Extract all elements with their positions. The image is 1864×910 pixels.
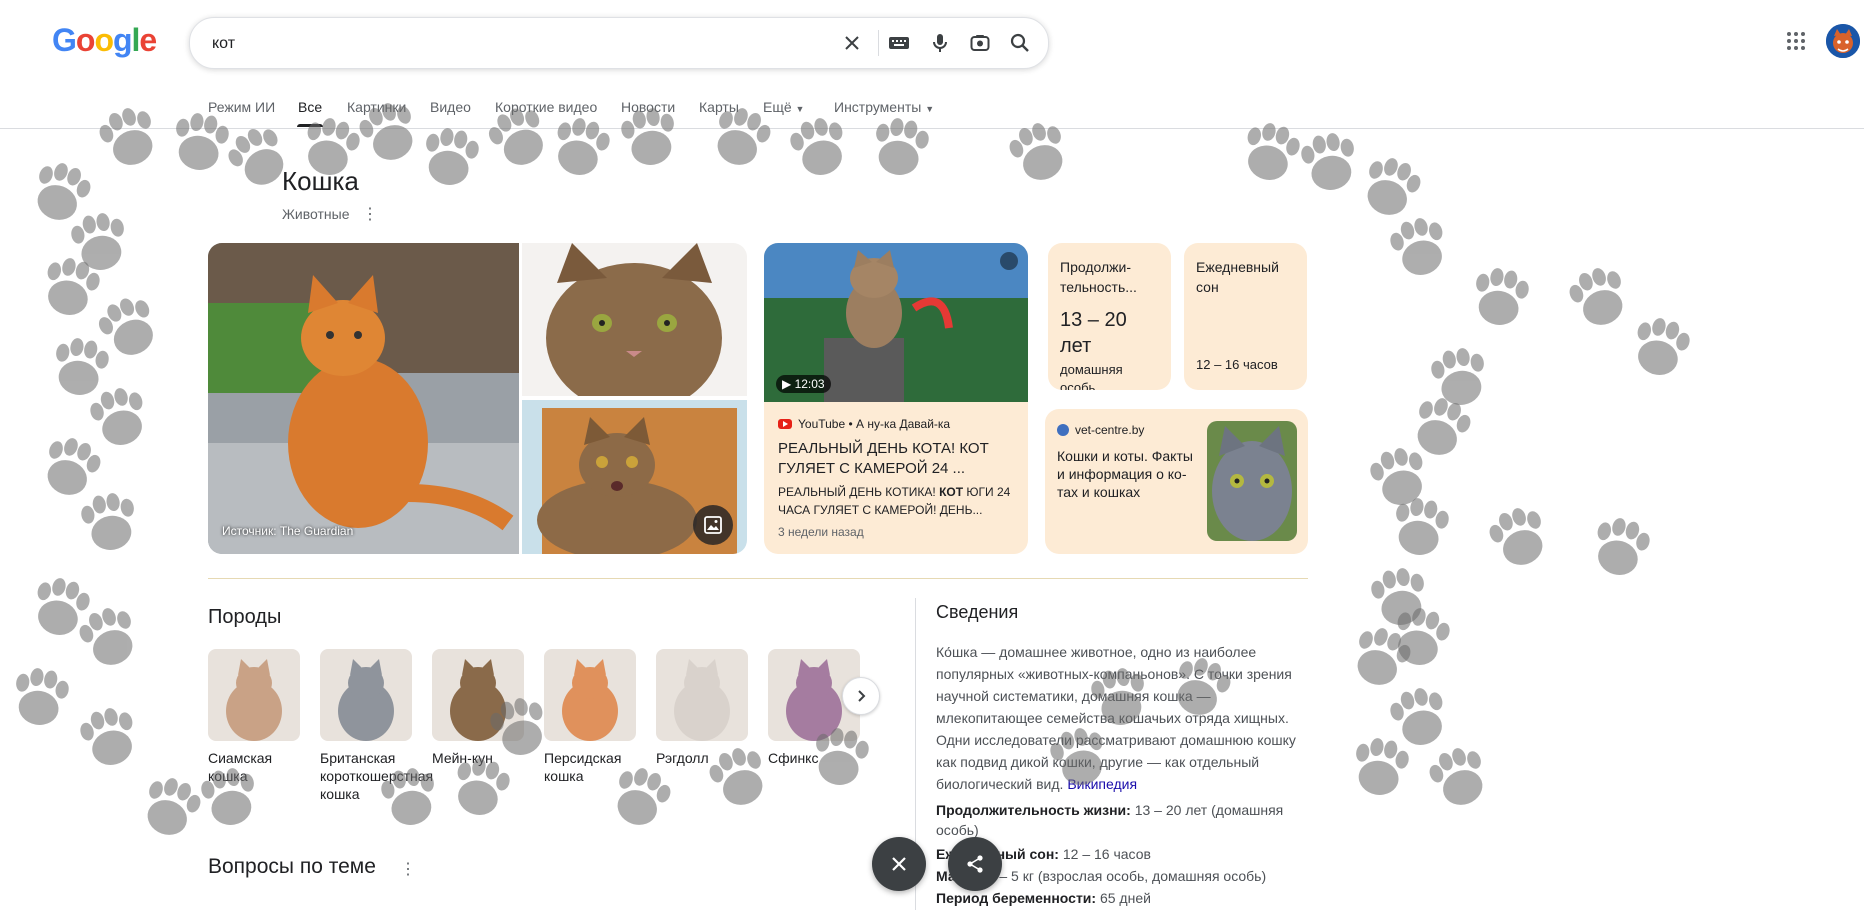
main-cat-image[interactable] xyxy=(208,243,519,554)
more-options-icon[interactable]: ⋮ xyxy=(362,204,378,224)
chevron-down-icon: ▼ xyxy=(795,104,805,114)
cat-image-2[interactable] xyxy=(522,243,747,396)
keyboard-icon[interactable] xyxy=(887,31,911,55)
breed-image xyxy=(208,649,300,741)
share-button[interactable] xyxy=(948,837,1002,891)
article-site: vet-centre.by xyxy=(1075,423,1145,437)
tab-news[interactable]: Новости xyxy=(621,99,675,115)
lens-camera-icon[interactable] xyxy=(968,31,992,55)
fact-card-label: Продолжи-тельность... xyxy=(1060,259,1137,295)
breed-image xyxy=(544,649,636,741)
wikipedia-link[interactable]: Википедия xyxy=(1067,776,1137,792)
video-card[interactable]: YouTube • А ну-ка Давай-ка РЕАЛЬНЫЙ ДЕНЬ… xyxy=(764,243,1028,554)
breed-item[interactable]: Британская короткошерстная кошка xyxy=(320,649,434,803)
breed-label: Персидская кошка xyxy=(544,750,622,784)
article-title[interactable]: Кошки и коты. Факты и информация о ко-та… xyxy=(1057,447,1197,501)
tab-all[interactable]: Все xyxy=(298,99,322,115)
google-logo[interactable]: Google xyxy=(52,22,157,59)
search-icon[interactable] xyxy=(1008,31,1032,55)
breed-label: Мейн-кун xyxy=(432,750,493,766)
close-button[interactable] xyxy=(872,837,926,891)
apps-grid-icon[interactable] xyxy=(1786,31,1806,51)
youtube-icon xyxy=(778,419,792,429)
breeds-title: Породы xyxy=(208,606,282,628)
breed-item[interactable]: Персидская кошка xyxy=(544,649,636,785)
play-icon: ▶ xyxy=(782,377,792,391)
breed-label: Рэгдолл xyxy=(656,750,709,766)
breed-item[interactable]: Сиамская кошка xyxy=(208,649,300,785)
header-divider xyxy=(0,128,1864,129)
entity-title: Кошка xyxy=(282,166,359,196)
fact-row-lifespan: Продолжительность жизни: 13 – 20 лет (до… xyxy=(936,802,1284,838)
breed-label: Сиамская кошка xyxy=(208,750,273,784)
search-box xyxy=(189,17,1049,70)
active-tab-indicator xyxy=(297,124,323,127)
search-input[interactable] xyxy=(210,18,814,70)
breed-item[interactable]: Мейн-кун xyxy=(432,649,524,767)
fact-card-lifespan[interactable]: Продолжи-тельность... 13 – 20 лет домашн… xyxy=(1048,243,1171,390)
breed-label: Британская короткошерстная кошка xyxy=(320,750,434,802)
fact-card-sleep[interactable]: Ежедневный сон 12 – 16 часов xyxy=(1184,243,1307,390)
video-title[interactable]: РЕАЛЬНЫЙ ДЕНЬ КОТА! КОТ ГУЛЯЕТ С КАМЕРОЙ… xyxy=(778,439,1013,479)
facts-title: Сведения xyxy=(936,602,1019,622)
image-source-label: Источник: The Guardian xyxy=(222,524,354,538)
article-cat-image xyxy=(1207,421,1297,541)
breed-image xyxy=(432,649,524,741)
video-snippet: РЕАЛЬНЫЙ ДЕНЬ КОТИКА! КОТ ЮГИ 24 ЧАСА ГУ… xyxy=(778,485,1011,517)
entity-subtitle: Животные xyxy=(282,206,350,222)
video-age: 3 недели назад xyxy=(778,525,864,539)
fact-card-value: 13 – 20 лет xyxy=(1060,309,1127,357)
breed-label: Сфинкс xyxy=(768,750,819,766)
fact-card-note: домашняя особь xyxy=(1060,362,1123,390)
related-questions-title: Вопросы по теме xyxy=(208,855,376,878)
image-gallery-icon[interactable] xyxy=(693,505,733,545)
more-options-icon[interactable]: ⋮ xyxy=(400,859,416,879)
microphone-icon[interactable] xyxy=(928,31,952,55)
fact-row-gestation: Период беременности: 65 дней xyxy=(936,890,1151,906)
account-avatar[interactable] xyxy=(1826,24,1860,58)
tab-ai-mode[interactable]: Режим ИИ xyxy=(208,99,275,115)
fact-card-label: Ежедневный сон xyxy=(1196,259,1279,295)
tab-more[interactable]: Ещё ▼ xyxy=(763,99,804,115)
chevron-down-icon: ▼ xyxy=(925,104,935,114)
facts-description: Ко́шка — домашнее животное, одно из наиб… xyxy=(936,644,1296,792)
breed-image xyxy=(320,649,412,741)
tab-videos[interactable]: Видео xyxy=(430,99,471,115)
tab-images[interactable]: Картинки xyxy=(347,99,406,115)
chevron-right-icon[interactable] xyxy=(842,677,880,715)
tab-maps[interactable]: Карты xyxy=(699,99,739,115)
video-source: YouTube • А ну-ка Давай-ка xyxy=(798,417,951,431)
clear-icon[interactable] xyxy=(840,31,864,55)
fact-card-value: 12 – 16 часов xyxy=(1196,357,1278,372)
tab-short-videos[interactable]: Короткие видео xyxy=(495,99,597,115)
section-divider xyxy=(208,578,1308,579)
article-card[interactable]: vet-centre.by Кошки и коты. Факты и инфо… xyxy=(1045,409,1308,554)
tab-tools[interactable]: Инструменты ▼ xyxy=(834,99,934,115)
search-separator xyxy=(878,30,879,56)
breed-image xyxy=(656,649,748,741)
site-favicon-icon xyxy=(1057,424,1069,436)
breed-item[interactable]: Рэгдолл xyxy=(656,649,748,767)
video-duration: ▶ 12:03 xyxy=(776,375,831,393)
